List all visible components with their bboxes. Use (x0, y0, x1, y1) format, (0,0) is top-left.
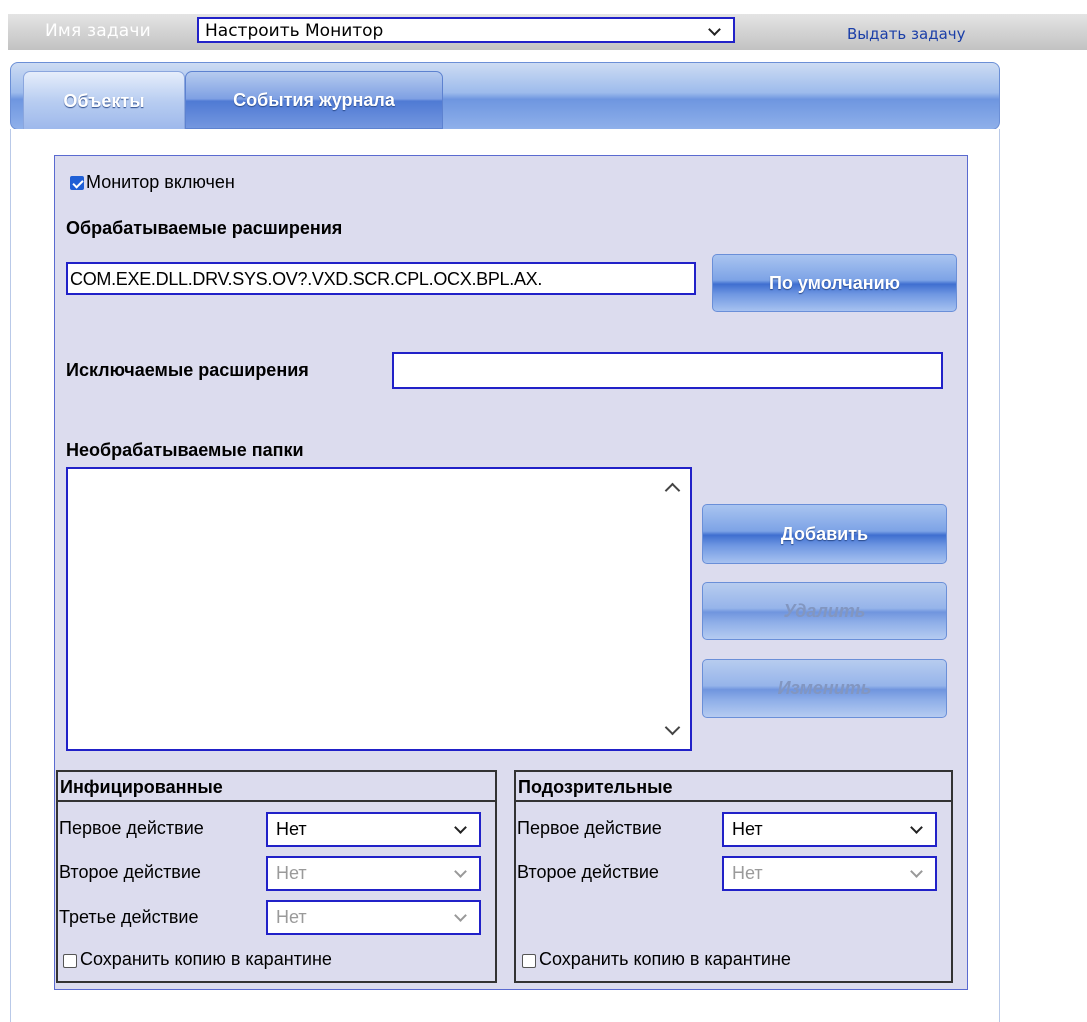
add-folder-button[interactable]: Добавить (702, 504, 947, 564)
tab-bar: Объекты События журнала (10, 62, 1000, 131)
scroll-down-icon[interactable] (664, 719, 681, 736)
edit-folder-button[interactable]: Изменить (702, 659, 947, 718)
suspicious-quarantine-label: Сохранить копию в карантине (539, 949, 791, 969)
infected-second-action-label: Второе действие (59, 862, 201, 882)
infected-quarantine-checkbox[interactable] (63, 954, 77, 968)
infected-first-action-value: Нет (276, 819, 307, 839)
excluded-extensions-label: Исключаемые расширения (66, 360, 309, 380)
infected-first-action-label: Первое действие (59, 818, 204, 838)
task-name-select[interactable]: Настроить Монитор (197, 17, 735, 43)
task-name-label: Имя задачи (45, 21, 151, 41)
suspicious-second-action-select[interactable]: Нет (722, 856, 937, 891)
tab-objects[interactable]: Объекты (23, 71, 185, 131)
monitor-enabled-label: Монитор включен (86, 172, 235, 192)
chevron-down-icon (454, 865, 467, 878)
suspicious-quarantine-checkbox[interactable] (522, 954, 536, 968)
scroll-up-icon[interactable] (664, 482, 681, 499)
suspicious-group-title: Подозрительные (516, 772, 951, 802)
delete-folder-button[interactable]: Удалить (702, 582, 947, 640)
suspicious-first-action-label: Первое действие (517, 818, 662, 838)
infected-third-action-select[interactable]: Нет (266, 900, 481, 935)
infected-second-action-value: Нет (276, 863, 307, 883)
processed-extensions-value: COM.EXE.DLL.DRV.SYS.OV?.VXD.SCR.CPL.OCX.… (70, 269, 543, 289)
chevron-down-icon (454, 909, 467, 922)
unprocessed-folders-title: Необрабатываемые папки (66, 440, 304, 460)
processed-extensions-title: Обрабатываемые расширения (66, 218, 343, 238)
issue-task-link[interactable]: Выдать задачу (847, 25, 966, 43)
processed-extensions-input[interactable]: COM.EXE.DLL.DRV.SYS.OV?.VXD.SCR.CPL.OCX.… (66, 262, 696, 295)
infected-third-action-label: Третье действие (59, 907, 199, 927)
suspicious-first-action-select[interactable]: Нет (722, 812, 937, 847)
infected-third-action-value: Нет (276, 907, 307, 927)
monitor-enabled-checkbox[interactable] (70, 176, 84, 190)
infected-quarantine-label: Сохранить копию в карантине (80, 949, 332, 969)
infected-second-action-select[interactable]: Нет (266, 856, 481, 891)
chevron-down-icon (910, 821, 923, 834)
infected-first-action-select[interactable]: Нет (266, 812, 481, 847)
suspicious-first-action-value: Нет (732, 819, 763, 839)
excluded-extensions-input[interactable] (392, 352, 943, 389)
suspicious-second-action-value: Нет (732, 863, 763, 883)
default-extensions-button[interactable]: По умолчанию (712, 254, 957, 312)
suspicious-second-action-label: Второе действие (517, 862, 659, 882)
tab-log-events[interactable]: События журнала (185, 71, 443, 129)
unprocessed-folders-list[interactable] (66, 467, 692, 751)
chevron-down-icon (454, 821, 467, 834)
infected-group-title: Инфицированные (58, 772, 495, 802)
task-toolbar: Имя задачи Настроить Монитор Выдать зада… (8, 14, 1087, 50)
chevron-down-icon (910, 865, 923, 878)
chevron-down-icon (708, 23, 721, 36)
task-name-select-value: Настроить Монитор (205, 21, 384, 41)
